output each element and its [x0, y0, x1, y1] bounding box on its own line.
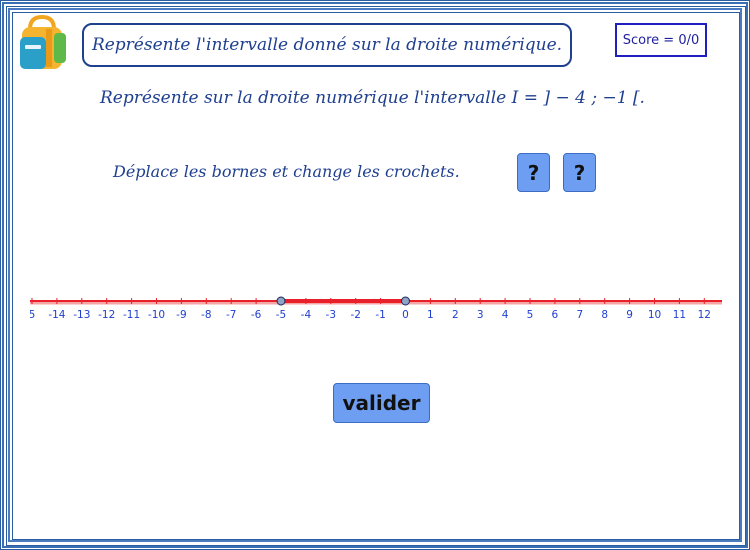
tick-label: -13 — [73, 309, 90, 321]
valider-button[interactable]: valider — [333, 383, 430, 423]
number-line: 5 -14 -13 -12 -11 -10 -9 -8 -7 -6 -5 -4 -3 -2 -1 0 1 2 3 4 5… — [29, 290, 733, 330]
tick-label: 1 — [427, 309, 434, 321]
tick-label: -1 — [375, 309, 385, 321]
tick-label: 11 — [673, 309, 686, 321]
page-title: Représente l'intervalle donné sur la dro… — [82, 23, 572, 67]
tick-label: 6 — [552, 309, 559, 321]
left-bracket-button[interactable]: ? — [517, 153, 550, 192]
tick-label: 7 — [576, 309, 583, 321]
frame-outer — [0, 0, 750, 550]
tick-label: 10 — [648, 309, 661, 321]
tick-label: -14 — [48, 309, 65, 321]
tick-label: 8 — [601, 309, 608, 321]
interval-right-point[interactable] — [401, 296, 410, 306]
tick-label: -9 — [176, 309, 186, 321]
tick-label: -3 — [326, 309, 336, 321]
tick-label: -8 — [201, 309, 211, 321]
tick-label: -10 — [148, 309, 165, 321]
instruction-text: Représente sur la droite numérique l'int… — [100, 88, 645, 108]
number-line-svg: 5 -14 -13 -12 -11 -10 -9 -8 -7 -6 -5 -4 -3 -2 -1 0 1 2 3 4 5… — [29, 296, 733, 321]
tick-label: 5 — [30, 309, 35, 321]
tick-label: -2 — [350, 309, 360, 321]
score-display: Score = 0/0 — [615, 23, 707, 57]
tick-label: 3 — [477, 309, 484, 321]
tick-label: 5 — [527, 309, 534, 321]
interval-left-point[interactable] — [276, 296, 286, 306]
tick-label: -11 — [123, 309, 140, 321]
tick-label: 0 — [402, 309, 409, 321]
tick-label: -12 — [98, 309, 115, 321]
tick-label: -5 — [276, 309, 286, 321]
hint-text: Déplace les bornes et change les crochet… — [113, 162, 460, 181]
tick-label: 2 — [452, 309, 459, 321]
tick-label: 12 — [698, 309, 711, 321]
frame-2 — [2, 2, 748, 548]
frame-3 — [6, 6, 746, 546]
backpack-icon — [20, 15, 66, 69]
right-bracket-button[interactable]: ? — [563, 153, 596, 192]
tick-label: -4 — [301, 309, 312, 321]
tick-label: -6 — [251, 309, 262, 321]
tick-label: -7 — [226, 309, 236, 321]
tick-label: 9 — [626, 309, 633, 321]
tick-label: 4 — [502, 309, 509, 321]
